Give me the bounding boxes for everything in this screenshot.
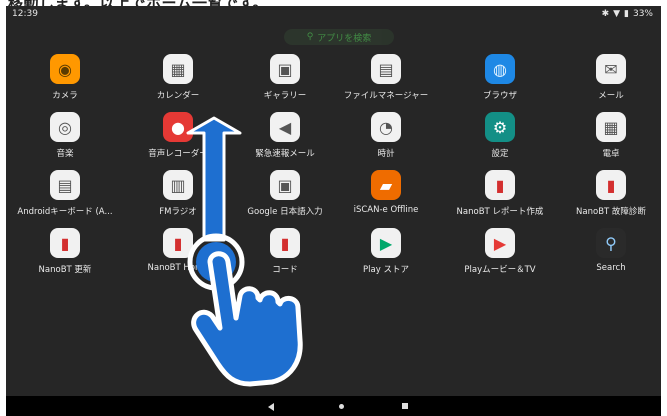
app-file-manager[interactable]: ▤ ファイルマネージャー: [331, 54, 441, 101]
browser-icon: ◍: [485, 54, 515, 84]
app-calendar[interactable]: ▦ カレンダー: [123, 54, 233, 101]
battery-percent: 33%: [632, 9, 653, 19]
app-settings[interactable]: ⚙ 設定: [445, 112, 555, 159]
mail-icon: ✉: [596, 54, 626, 84]
tablet-screen: 12:39 ✱ ▼ ▮ 33% ⚲ アプリを検索 ◉ カメラ ▦ カレンダー ▣ ギャラリ…: [6, 6, 661, 416]
file-manager-icon: ▤: [371, 54, 401, 84]
app-label: NanoBT レポート作成: [456, 207, 544, 217]
app-nanobt-diagnosis[interactable]: ▮ NanoBT 故障診断: [556, 170, 661, 217]
search-bar-icon: ⚲: [306, 32, 314, 42]
nanobt-update-icon: ▮: [50, 228, 80, 258]
app-label: コード: [272, 265, 298, 275]
app-label: ファイルマネージャー: [343, 91, 429, 101]
app-voice-recorder[interactable]: ● 音声レコーダー: [123, 112, 233, 159]
navigation-bar: [6, 396, 661, 416]
app-browser[interactable]: ◍ ブラウザ: [445, 54, 555, 101]
app-label: NanoBT 故障診断: [576, 207, 646, 217]
app-calculator[interactable]: ▦ 電卓: [556, 112, 661, 159]
signal-icon: ▼: [613, 9, 621, 19]
app-label: 音楽: [56, 149, 74, 159]
app-label: 設定: [491, 149, 509, 159]
app-iscan[interactable]: ▰ iSCAN-e Offline: [331, 170, 441, 215]
app-nanobt-update[interactable]: ▮ NanoBT 更新: [10, 228, 120, 275]
app-play-store[interactable]: ▶ Play ストア: [331, 228, 441, 275]
app-camera[interactable]: ◉ カメラ: [10, 54, 120, 101]
app-label: Search: [596, 263, 626, 273]
app-label: Play ストア: [363, 265, 409, 275]
app-label: FMラジオ: [159, 207, 197, 217]
camera-icon: ◉: [50, 54, 80, 84]
back-button[interactable]: [268, 403, 274, 411]
app-label: カレンダー: [156, 91, 200, 101]
calculator-icon: ▦: [596, 112, 626, 142]
app-keyboard[interactable]: ▤ Androidキーボード (A...: [10, 170, 120, 217]
bluetooth-icon: ✱: [601, 9, 610, 19]
nanobt-code-icon: ▮: [270, 228, 300, 258]
app-search[interactable]: ⚲ Search: [556, 228, 661, 273]
nanobt-diagnosis-icon: ▮: [596, 170, 626, 200]
clock-icon: ◔: [371, 112, 401, 142]
app-label: NanoBT 更新: [38, 265, 92, 275]
app-play-movies[interactable]: ▶ Playムービー＆TV: [445, 228, 555, 275]
app-label: Playムービー＆TV: [464, 265, 536, 275]
radio-icon: ▥: [163, 170, 193, 200]
status-icons: ✱ ▼ ▮ 33%: [602, 9, 653, 19]
home-button[interactable]: [339, 404, 344, 409]
music-icon: ◎: [50, 112, 80, 142]
emergency-alert-icon: ◀: [270, 112, 300, 142]
app-nanobt-report[interactable]: ▮ NanoBT レポート作成: [445, 170, 555, 217]
calendar-icon: ▦: [163, 54, 193, 84]
gallery-icon: ▣: [270, 54, 300, 84]
app-label: 電卓: [602, 149, 620, 159]
settings-icon: ⚙: [485, 112, 515, 142]
app-music[interactable]: ◎ 音楽: [10, 112, 120, 159]
recents-button[interactable]: [402, 403, 408, 409]
app-radio[interactable]: ▥ FMラジオ: [123, 170, 233, 217]
app-nanobt-code[interactable]: ▮ コード: [230, 228, 340, 275]
keyboard-icon: ▤: [50, 170, 80, 200]
app-label: iSCAN-e Offline: [353, 205, 419, 215]
app-label: 緊急速報メール: [255, 149, 315, 159]
battery-icon: ▮: [624, 9, 629, 19]
play-store-icon: ▶: [371, 228, 401, 258]
iscan-icon: ▰: [371, 170, 401, 200]
app-label: NanoBT Home: [147, 263, 209, 273]
search-icon: ⚲: [596, 228, 626, 258]
status-time: 12:39: [12, 9, 38, 19]
app-label: Androidキーボード (A...: [17, 207, 113, 217]
app-nanobt-home[interactable]: ▮ NanoBT Home: [123, 228, 233, 273]
app-label: カメラ: [52, 91, 78, 101]
voice-recorder-icon: ●: [163, 112, 193, 142]
app-label: メール: [598, 91, 624, 101]
app-clock[interactable]: ◔ 時計: [331, 112, 441, 159]
app-label: Google 日本語入力: [247, 207, 323, 217]
nanobt-report-icon: ▮: [485, 170, 515, 200]
search-bar-label: アプリを検索: [317, 33, 372, 44]
app-label: 音声レコーダー: [148, 149, 208, 159]
app-gallery[interactable]: ▣ ギャラリー: [230, 54, 340, 101]
app-emergency-alert[interactable]: ◀ 緊急速報メール: [230, 112, 340, 159]
app-label: ブラウザ: [482, 91, 517, 101]
japanese-input-icon: ▣: [270, 170, 300, 200]
app-search-bar[interactable]: ⚲ アプリを検索: [284, 29, 394, 45]
nanobt-home-icon: ▮: [163, 228, 193, 258]
status-bar: 12:39 ✱ ▼ ▮ 33%: [6, 6, 661, 24]
app-label: ギャラリー: [263, 91, 307, 101]
app-label: 時計: [377, 149, 395, 159]
app-japanese-input[interactable]: ▣ Google 日本語入力: [230, 170, 340, 217]
play-movies-icon: ▶: [485, 228, 515, 258]
app-mail[interactable]: ✉ メール: [556, 54, 661, 101]
